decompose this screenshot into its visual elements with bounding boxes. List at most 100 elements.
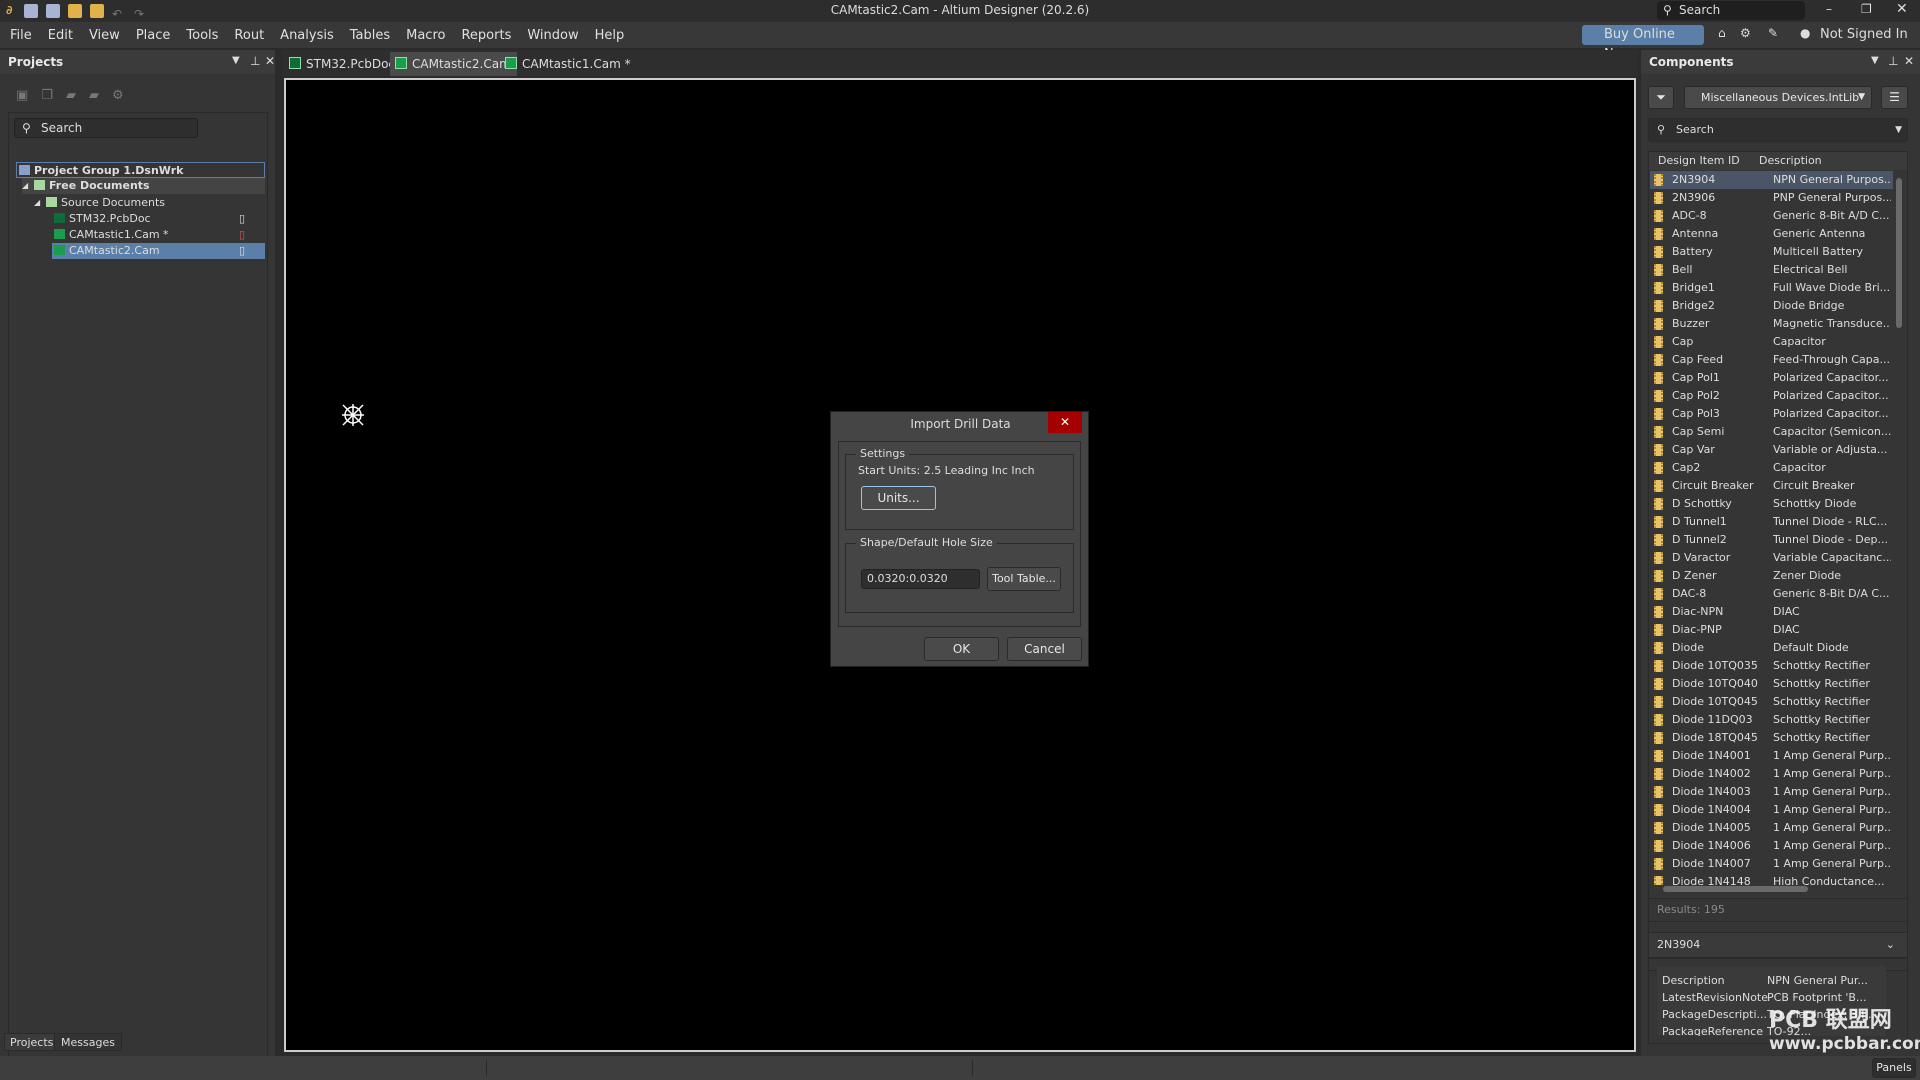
component-row[interactable]: Circuit Breaker Circuit Breaker: [1650, 477, 1893, 495]
global-search-input[interactable]: ⚲ Search: [1657, 1, 1805, 20]
component-row[interactable]: Cap Pol3 Polarized Capacitor...: [1650, 405, 1893, 423]
hole-size-input[interactable]: 0.0320:0.0320: [861, 569, 980, 589]
component-row[interactable]: D Schottky Schottky Diode: [1650, 495, 1893, 513]
component-row[interactable]: D Tunnel2 Tunnel Diode - Dep...: [1650, 531, 1893, 549]
close-window-button[interactable]: ✕: [1896, 1, 1908, 17]
component-row[interactable]: Diode 11DQ03 Schottky Rectifier: [1650, 711, 1893, 729]
tree-item-project-group[interactable]: Project Group 1.DsnWrk: [16, 162, 265, 178]
component-row[interactable]: Diode 10TQ040 Schottky Rectifier: [1650, 675, 1893, 693]
tool-table-button[interactable]: Tool Table...: [987, 567, 1061, 591]
component-row[interactable]: Diode 1N4007 1 Amp General Purp...: [1650, 855, 1893, 873]
selected-component-header[interactable]: 2N3904 ⌄: [1648, 932, 1908, 958]
component-row[interactable]: DAC-8 Generic 8-Bit D/A C...: [1650, 585, 1893, 603]
component-row[interactable]: Buzzer Magnetic Transduce...: [1650, 315, 1893, 333]
tab-projects[interactable]: Projects: [4, 1033, 60, 1051]
filter-button[interactable]: ⏷: [1648, 86, 1674, 109]
tab-camtastic1[interactable]: CAMtastic1.Cam *: [500, 52, 637, 76]
tab-messages[interactable]: Messages: [54, 1033, 122, 1051]
column-description[interactable]: Description: [1759, 152, 1822, 170]
panels-button[interactable]: Panels: [1872, 1058, 1916, 1078]
tree-item-file-camtastic2[interactable]: CAMtastic2.Cam ▯: [52, 243, 265, 259]
pin-icon[interactable]: ⊥: [1888, 54, 1898, 68]
component-row[interactable]: Bridge1 Full Wave Diode Bri...: [1650, 279, 1893, 297]
menu-window[interactable]: Window: [519, 22, 586, 49]
menu-tools[interactable]: Tools: [178, 22, 226, 49]
component-row[interactable]: Diode 1N4003 1 Amp General Purp...: [1650, 783, 1893, 801]
component-row[interactable]: Diode 1N4006 1 Amp General Purp...: [1650, 837, 1893, 855]
component-row[interactable]: Diac-PNP DIAC: [1650, 621, 1893, 639]
component-row[interactable]: Diode 10TQ035 Schottky Rectifier: [1650, 657, 1893, 675]
project-settings-icon[interactable]: ▰: [89, 88, 112, 103]
component-row[interactable]: Cap Pol1 Polarized Capacitor...: [1650, 369, 1893, 387]
component-row[interactable]: Diode 1N4002 1 Amp General Purp...: [1650, 765, 1893, 783]
buy-online-button[interactable]: Buy Online Now: [1582, 25, 1704, 62]
menu-help[interactable]: Help: [587, 22, 633, 49]
component-row[interactable]: Bell Electrical Bell: [1650, 261, 1893, 279]
dialog-close-button[interactable]: ✕: [1048, 412, 1082, 433]
tree-item-folder-free-documents[interactable]: ◢ Free Documents: [22, 178, 265, 194]
component-row[interactable]: Diode 1N4005 1 Amp General Purp...: [1650, 819, 1893, 837]
column-design-item-id[interactable]: Design Item ID: [1658, 152, 1740, 170]
pin-icon[interactable]: ⊥: [250, 54, 260, 68]
component-row[interactable]: 2N3904 NPN General Purpos...: [1650, 171, 1893, 189]
expand-arrow-icon[interactable]: ◢: [34, 195, 40, 211]
tree-item-file-camtastic1[interactable]: CAMtastic1.Cam * ▯: [52, 227, 265, 243]
menu-tables[interactable]: Tables: [342, 22, 398, 49]
components-search-input[interactable]: ⚲ Search ▼: [1648, 118, 1908, 142]
tree-item-file-stm32[interactable]: STM32.PcbDoc ▯: [52, 211, 265, 227]
ok-button[interactable]: OK: [924, 637, 999, 661]
component-row[interactable]: ADC-8 Generic 8-Bit A/D C...: [1650, 207, 1893, 225]
gear-icon[interactable]: ⚙: [1740, 26, 1751, 40]
notifications-off-icon[interactable]: ✎: [1768, 26, 1778, 40]
component-row[interactable]: Cap Var Variable or Adjusta...: [1650, 441, 1893, 459]
menu-view[interactable]: View: [81, 22, 128, 49]
component-row[interactable]: Cap Capacitor: [1650, 333, 1893, 351]
component-row[interactable]: Diode Default Diode: [1650, 639, 1893, 657]
menu-edit[interactable]: Edit: [40, 22, 81, 49]
component-row[interactable]: Cap Feed Feed-Through Capa...: [1650, 351, 1893, 369]
tab-camtastic2[interactable]: CAMtastic2.Cam: [390, 52, 517, 76]
component-row[interactable]: Diode 1N4148 High Conductance...: [1650, 873, 1893, 885]
tab-stm32-pcbdoc[interactable]: STM32.PcbDoc: [284, 52, 401, 76]
component-row[interactable]: Diode 1N4004 1 Amp General Purp...: [1650, 801, 1893, 819]
component-row[interactable]: D Varactor Variable Capacitanc...: [1650, 549, 1893, 567]
vertical-scrollbar[interactable]: [1896, 178, 1902, 328]
component-row[interactable]: Cap Pol2 Polarized Capacitor...: [1650, 387, 1893, 405]
horizontal-scrollbar[interactable]: [1663, 886, 1808, 892]
component-row[interactable]: Antenna Generic Antenna: [1650, 225, 1893, 243]
projects-search-input[interactable]: ⚲ Search: [14, 118, 198, 138]
component-row[interactable]: Diode 1N4001 1 Amp General Purp...: [1650, 747, 1893, 765]
menu-reports[interactable]: Reports: [453, 22, 519, 49]
component-row[interactable]: Diode 10TQ045 Schottky Rectifier: [1650, 693, 1893, 711]
tree-item-folder-source-documents[interactable]: ◢ Source Documents: [34, 195, 265, 211]
close-panel-icon[interactable]: ✕: [265, 54, 275, 68]
minimize-button[interactable]: –: [1826, 2, 1832, 16]
expand-icon[interactable]: ⌄: [1886, 933, 1895, 957]
panel-menu-icon[interactable]: ▼: [232, 55, 240, 66]
restore-button[interactable]: ❐: [1861, 2, 1872, 16]
menu-place[interactable]: Place: [128, 22, 179, 49]
expand-arrow-icon[interactable]: ◢: [22, 178, 28, 194]
home-icon[interactable]: ⌂: [1718, 26, 1726, 40]
panel-menu-icon[interactable]: ▼: [1871, 55, 1879, 66]
close-panel-icon[interactable]: ✕: [1904, 54, 1914, 68]
component-row[interactable]: Cap Semi Capacitor (Semicon...: [1650, 423, 1893, 441]
component-row[interactable]: 2N3906 PNP General Purpos...: [1650, 189, 1893, 207]
units-button[interactable]: Units...: [861, 486, 936, 510]
component-row[interactable]: D Tunnel1 Tunnel Diode - RLC...: [1650, 513, 1893, 531]
menu-macro[interactable]: Macro: [398, 22, 453, 49]
library-select[interactable]: Miscellaneous Devices.IntLib ▼: [1684, 86, 1872, 109]
component-row[interactable]: Diode 18TQ045 Schottky Rectifier: [1650, 729, 1893, 747]
project-options-icon[interactable]: ▰: [66, 88, 89, 103]
component-row[interactable]: D Zener Zener Diode: [1650, 567, 1893, 585]
menu-button[interactable]: ☰: [1881, 86, 1908, 109]
component-row[interactable]: Cap2 Capacitor: [1650, 459, 1893, 477]
cancel-button[interactable]: Cancel: [1007, 637, 1082, 661]
menu-file[interactable]: File: [2, 22, 40, 49]
component-row[interactable]: Bridge2 Diode Bridge: [1650, 297, 1893, 315]
menu-analysis[interactable]: Analysis: [272, 22, 342, 49]
component-row[interactable]: Battery Multicell Battery: [1650, 243, 1893, 261]
menu-rout[interactable]: Rout: [226, 22, 272, 49]
settings-gear-icon[interactable]: ⚙: [112, 88, 137, 103]
copy-icon[interactable]: ❐: [41, 88, 66, 103]
